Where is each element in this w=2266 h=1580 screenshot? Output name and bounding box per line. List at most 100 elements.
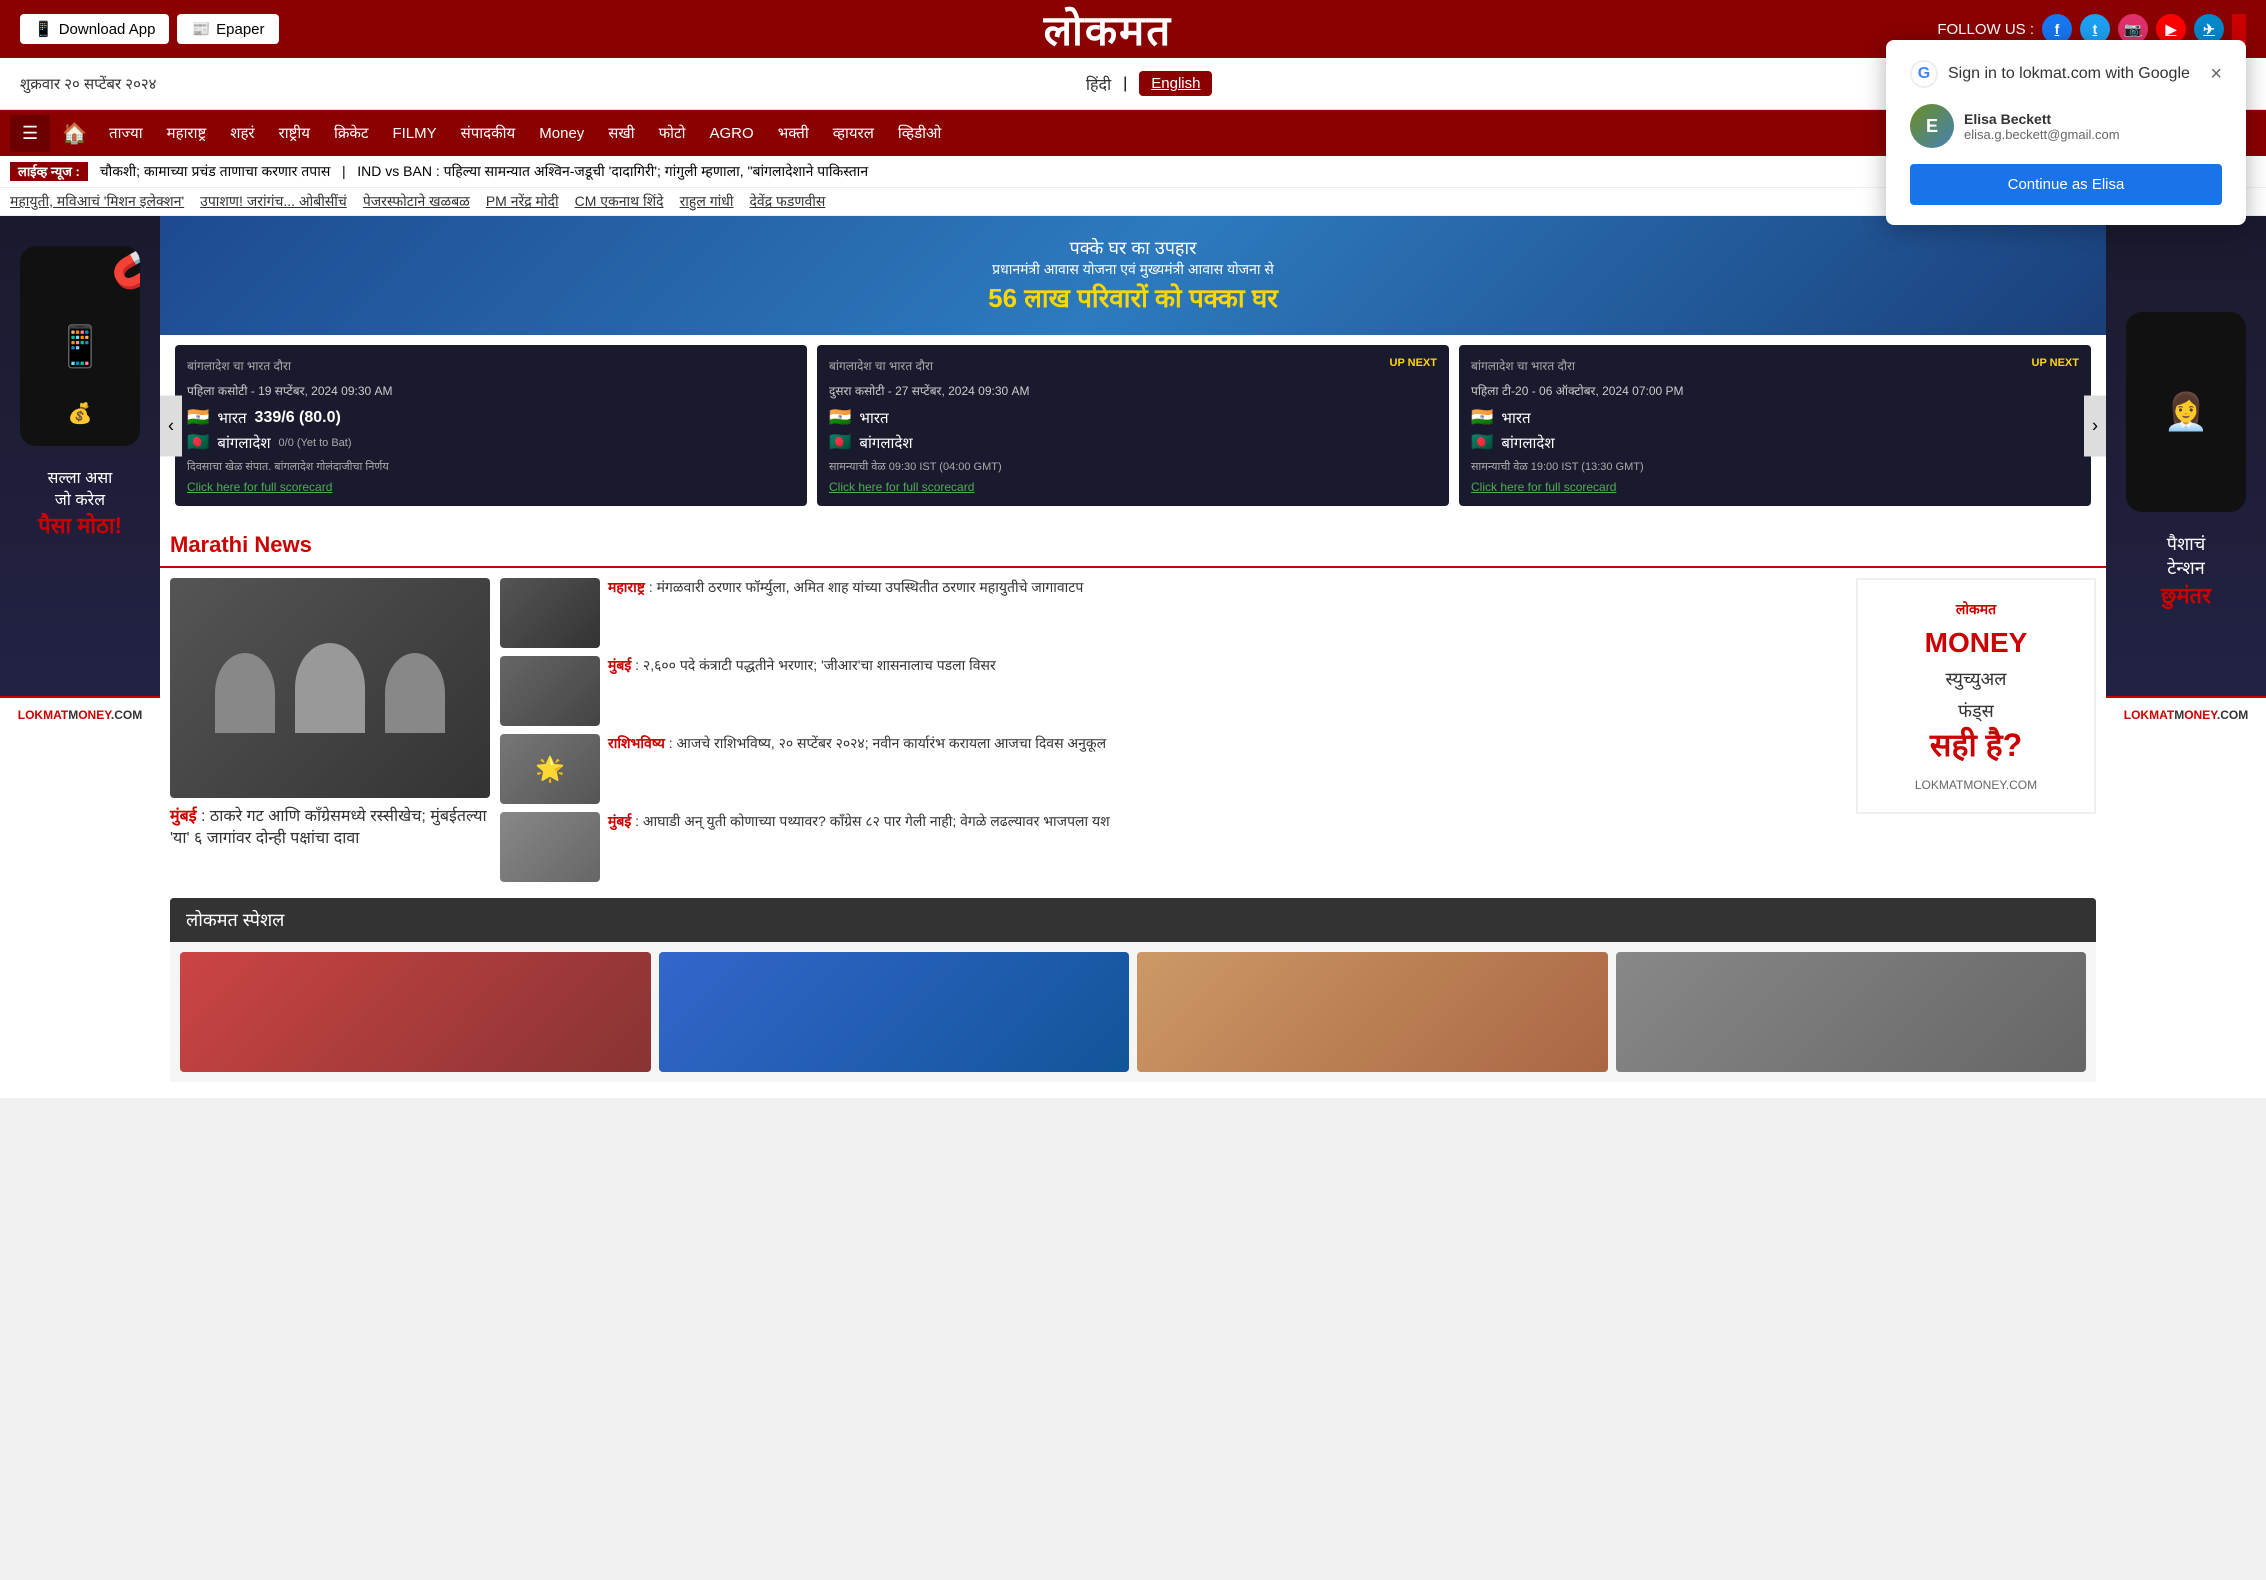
side-article-2[interactable]: मुंबई : २,६०० पदे कंत्राटी पद्धतीने भरणा… xyxy=(500,656,1846,726)
side-text-1: महाराष्ट्र : मंगळवारी ठरणार फॉर्म्युला, … xyxy=(608,578,1083,598)
match2-scorecard-link[interactable]: Click here for full scorecard xyxy=(829,480,1437,494)
user-email: elisa.g.beckett@gmail.com xyxy=(1964,127,2120,142)
nav-item-filmy[interactable]: FILMY xyxy=(382,125,446,142)
match1-team2: 🇧🇩 बांगलादेश 0/0 (Yet to Bat) xyxy=(187,432,795,453)
cricket-header-1: बांगलादेश चा भारत दौरा xyxy=(187,357,795,374)
popup-title: Sign in to lokmat.com with Google xyxy=(1948,65,2190,83)
match3-scorecard-link[interactable]: Click here for full scorecard xyxy=(1471,480,2079,494)
match3-team2: 🇧🇩 बांगलादेश xyxy=(1471,432,2079,453)
special-card-2[interactable] xyxy=(659,952,1130,1072)
right-ad-text1: पैशाचं xyxy=(2167,532,2206,556)
user-name: Elisa Beckett xyxy=(1964,111,2120,127)
popup-close-button[interactable]: × xyxy=(2210,63,2222,86)
download-app-button[interactable]: 📱 Download App xyxy=(20,14,169,44)
special-grid xyxy=(170,942,2096,1082)
epaper-button[interactable]: 📰 Epaper xyxy=(177,14,278,44)
quicklink-4[interactable]: PM नरेंद्र मोदी xyxy=(486,192,559,211)
side-title-3: आजचे राशिभविष्य, २० सप्टेंबर २०२४; नवीन … xyxy=(677,735,1107,751)
match3-series: बांगलादेश चा भारत दौरा xyxy=(1471,357,1575,374)
hindi-link[interactable]: हिंदी xyxy=(1086,73,1111,95)
match1-flag2: 🇧🇩 xyxy=(187,432,209,453)
left-ad-main[interactable]: 📱 🧲 💰 सल्ला असा जो करेल पैसा मोठा! xyxy=(0,216,160,696)
cricket-header-2: बांगलादेश चा भारत दौरा UP NEXT xyxy=(829,357,1437,374)
right-ad-text2: टेन्शन xyxy=(2167,556,2204,580)
left-sidebar: 📱 🧲 💰 सल्ला असा जो करेल पैसा मोठा! LOKMA… xyxy=(0,216,160,1098)
quicklink-6[interactable]: राहुल गांधी xyxy=(680,192,734,211)
banner-title: पक्के घर का उपहार xyxy=(190,236,2076,260)
main-article-title: मुंबई : ठाकरे गट आणि काँग्रेसमध्ये रस्सी… xyxy=(170,806,490,851)
main-article[interactable]: मुंबई : ठाकरे गट आणि काँग्रेसमध्ये रस्सी… xyxy=(170,578,490,882)
special-card-1[interactable] xyxy=(180,952,651,1072)
cricket-prev-button[interactable]: ‹ xyxy=(160,395,182,456)
match2-info: सामन्याची वेळ 09:30 IST (04:00 GMT) xyxy=(829,459,1437,474)
right-ad-main[interactable]: 👩‍💼 पैशाचं टेन्शन छुमंतर xyxy=(2106,216,2266,696)
match3-team2-name: बांगलादेश xyxy=(1501,433,1554,453)
quicklink-2[interactable]: उपाशण! जरांगंच... ओबीसींचं xyxy=(200,192,347,211)
match3-flag2: 🇧🇩 xyxy=(1471,432,1493,453)
side-text-4: मुंबई : आघाडी अन् युती कोणाच्या पथ्यावर?… xyxy=(608,812,1110,832)
nav-item-sakhi[interactable]: सखी xyxy=(598,123,644,143)
user-avatar: E xyxy=(1910,104,1954,148)
cricket-card-1: बांगलादेश चा भारत दौरा पहिला कसोटी - 19 … xyxy=(175,345,807,506)
home-icon[interactable]: 🏠 xyxy=(54,121,95,146)
special-title: लोकमत स्पेशल xyxy=(170,898,2096,942)
match3-info: सामन्याची वेळ 19:00 IST (13:30 GMT) xyxy=(1471,459,2079,474)
continue-as-elisa-button[interactable]: Continue as Elisa xyxy=(1910,164,2222,205)
special-card-4[interactable] xyxy=(1616,952,2087,1072)
banner-ad[interactable]: पक्के घर का उपहार प्रधानमंत्री आवास योजन… xyxy=(160,216,2106,335)
match1-flag1: 🇮🇳 xyxy=(187,407,209,428)
top-bar-left: 📱 Download App 📰 Epaper xyxy=(20,14,279,44)
cricket-next-button[interactable]: › xyxy=(2084,395,2106,456)
left-ad-text1: सल्ला असा xyxy=(48,466,113,488)
nav-item-bhakti[interactable]: भक्ती xyxy=(768,123,819,143)
side-city-2: मुंबई xyxy=(608,657,631,673)
money-ad-tagline2: फंड्स xyxy=(1878,699,2074,723)
lang-divider: | xyxy=(1123,75,1127,93)
nav-item-agro[interactable]: AGRO xyxy=(700,125,764,142)
side-article-3[interactable]: 🌟 राशिभविष्य : आजचे राशिभविष्य, २० सप्टे… xyxy=(500,734,1846,804)
side-article-1[interactable]: महाराष्ट्र : मंगळवारी ठरणार फॉर्म्युला, … xyxy=(500,578,1846,648)
nav-item-rashtriy[interactable]: राष्ट्रीय xyxy=(269,123,320,143)
side-title-2: २,६०० पदे कंत्राटी पद्धतीने भरणार; 'जीआर… xyxy=(643,657,996,673)
money-ad-col[interactable]: लोकमत MONEY स्युच्युअल फंड्स सही है? LOK… xyxy=(1856,578,2096,882)
nav-item-viral[interactable]: व्हायरल xyxy=(823,123,884,143)
download-label: Download App xyxy=(59,21,156,38)
nav-item-shahar[interactable]: शहरं xyxy=(220,123,264,143)
main-article-img xyxy=(170,578,490,798)
nav-item-tajya[interactable]: ताज्या xyxy=(99,123,153,143)
side-thumb-2 xyxy=(500,656,600,726)
epaper-label: Epaper xyxy=(216,21,264,38)
match1-series: बांगलादेश चा भारत दौरा xyxy=(187,357,291,374)
date-label: शुक्रवार २० सप्टेंबर २०२४ xyxy=(20,74,156,94)
nav-item-maharashtra[interactable]: महाराष्ट्र xyxy=(157,123,217,143)
hamburger-menu[interactable]: ☰ xyxy=(10,115,50,152)
match1-scorecard-link[interactable]: Click here for full scorecard xyxy=(187,480,795,494)
match2-team1-name: भारत xyxy=(859,408,888,428)
quicklink-1[interactable]: महायुती, मविआचं 'मिशन इलेक्शन' xyxy=(10,192,184,211)
nav-item-sampadakiy[interactable]: संपादकीय xyxy=(451,123,526,143)
side-thumb-1 xyxy=(500,578,600,648)
newspaper-icon: 📰 xyxy=(191,20,210,38)
quicklink-5[interactable]: CM एकनाथ शिंदे xyxy=(575,192,664,211)
nav-item-video[interactable]: व्हिडीओ xyxy=(888,123,951,143)
side-article-4[interactable]: मुंबई : आघाडी अन् युती कोणाच्या पथ्यावर?… xyxy=(500,812,1846,882)
quicklink-7[interactable]: देवेंद्र फडणवीस xyxy=(750,192,826,211)
match3-team1: 🇮🇳 भारत xyxy=(1471,407,2079,428)
match3-flag1: 🇮🇳 xyxy=(1471,407,1493,428)
money-ad-tagline3: सही है? xyxy=(1878,723,2074,766)
side-title-1: मंगळवारी ठरणार फॉर्म्युला, अमित शाह यांच… xyxy=(657,579,1084,595)
nav-item-money[interactable]: Money xyxy=(529,125,594,142)
ticker-text-2: IND vs BAN : पहिल्या सामन्यात अश्विन-जडू… xyxy=(357,163,868,179)
side-city-4: मुंबई xyxy=(608,813,631,829)
marathi-news-title: Marathi News xyxy=(160,516,2106,568)
money-ad-lokmat: लोकमत xyxy=(1956,600,1996,619)
money-ad: लोकमत MONEY स्युच्युअल फंड्स सही है? LOK… xyxy=(1856,578,2096,814)
special-card-3[interactable] xyxy=(1137,952,1608,1072)
nav-item-photo[interactable]: फोटो xyxy=(649,123,696,143)
quicklink-3[interactable]: पेजरस्फोटाने खळबळ xyxy=(363,192,470,211)
english-link[interactable]: English xyxy=(1139,71,1212,96)
nav-item-cricket[interactable]: क्रिकेट xyxy=(324,123,379,143)
main-layout: 📱 🧲 💰 सल्ला असा जो करेल पैसा मोठा! LOKMA… xyxy=(0,216,2266,1098)
logo-marathi-text: लोकमत xyxy=(289,1,1928,58)
cricket-section: ‹ बांगलादेश चा भारत दौरा पहिला कसोटी - 1… xyxy=(160,335,2106,516)
